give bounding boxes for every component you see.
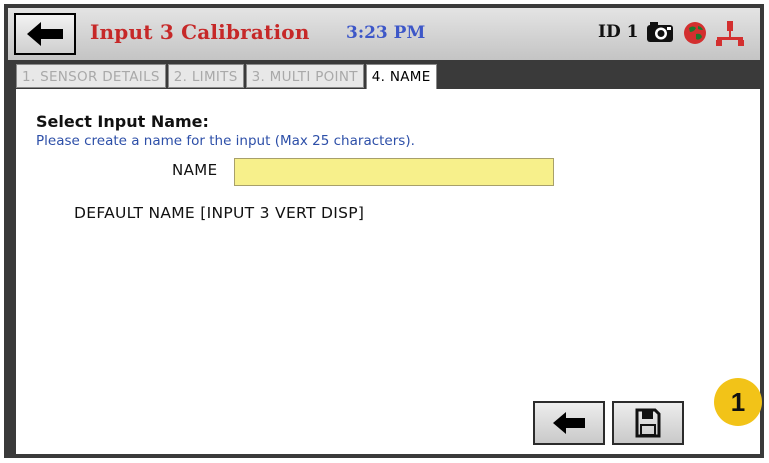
name-panel: Select Input Name: Please create a name … xyxy=(16,89,760,454)
network-icon[interactable] xyxy=(714,20,746,48)
back-button[interactable] xyxy=(14,13,76,55)
name-input[interactable] xyxy=(234,158,554,186)
instructions-text: Please create a name for the input (Max … xyxy=(36,133,415,149)
save-button[interactable] xyxy=(612,401,684,445)
section-heading: Select Input Name: xyxy=(36,112,209,131)
page-title: Input 3 Calibration xyxy=(90,20,310,44)
screen-frame: Input 3 Calibration 3:23 PM ID 1 1. SENS… xyxy=(4,4,764,458)
header-bar: Input 3 Calibration 3:23 PM ID 1 xyxy=(8,8,760,60)
tab-bar: 1. SENSOR DETAILS 2. LIMITS 3. MULTI POI… xyxy=(16,64,439,90)
tab-multi-point[interactable]: 3. MULTI POINT xyxy=(245,64,364,88)
callout-badge: 1 xyxy=(714,378,762,426)
device-id: ID 1 xyxy=(598,22,639,42)
name-label: NAME xyxy=(172,161,218,179)
camera-icon[interactable] xyxy=(645,20,675,44)
tab-name[interactable]: 4. NAME xyxy=(365,64,437,90)
globe-icon[interactable] xyxy=(682,20,708,46)
back-arrow-icon xyxy=(553,412,585,434)
previous-button[interactable] xyxy=(533,401,605,445)
back-arrow-icon xyxy=(27,22,63,46)
default-name-text: DEFAULT NAME [INPUT 3 VERT DISP] xyxy=(74,204,365,222)
save-icon xyxy=(635,408,661,438)
clock-time: 3:23 PM xyxy=(346,23,426,43)
tab-limits[interactable]: 2. LIMITS xyxy=(167,64,244,88)
tab-sensor-details[interactable]: 1. SENSOR DETAILS xyxy=(16,64,166,88)
